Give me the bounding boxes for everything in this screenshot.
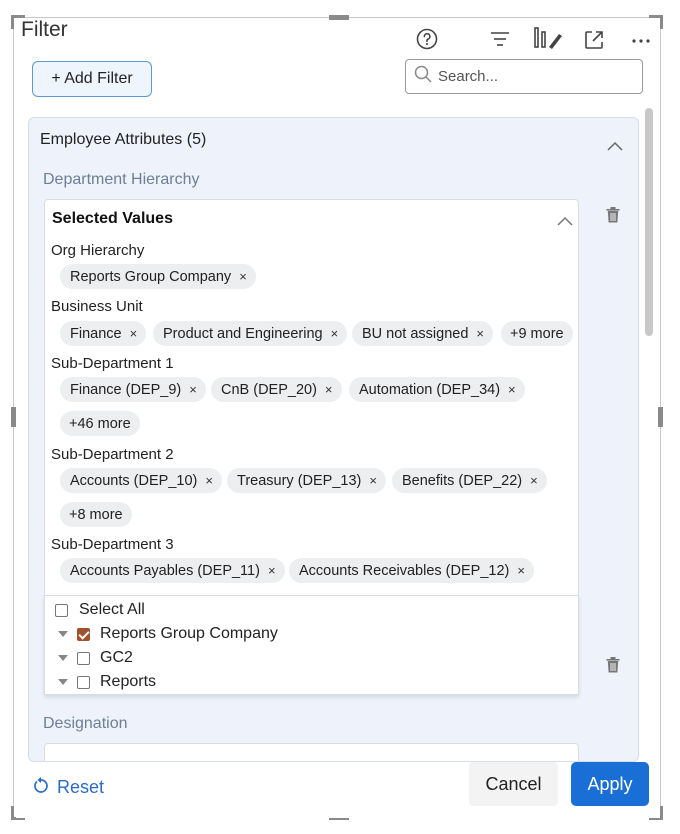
option-checkbox[interactable] — [77, 675, 90, 689]
value-chip[interactable]: Accounts (DEP_10) × — [60, 468, 222, 493]
add-filter-button[interactable]: + Add Filter — [32, 61, 152, 97]
remove-chip-icon[interactable]: × — [268, 563, 276, 578]
category-label: Sub-Department 2 — [51, 446, 174, 463]
value-chip[interactable]: Benefits (DEP_22) × — [392, 468, 547, 493]
help-icon[interactable] — [413, 25, 441, 53]
tree-option[interactable]: Reports — [58, 673, 156, 691]
value-chip[interactable]: Automation (DEP_34) × — [349, 377, 525, 402]
option-checkbox[interactable] — [77, 627, 90, 641]
more-values-chip[interactable]: +9 more — [501, 321, 573, 346]
resize-handle-right[interactable] — [658, 407, 663, 427]
remove-chip-icon[interactable]: × — [130, 326, 138, 341]
section-title[interactable]: Employee Attributes (5) — [40, 131, 206, 149]
designation-label: Designation — [43, 715, 128, 732]
filter-lines-icon[interactable] — [486, 25, 514, 53]
employee-attributes-section: Employee Attributes (5) Department Hiera… — [28, 117, 639, 762]
delete-filter-icon[interactable] — [606, 657, 620, 678]
format-brush-icon[interactable] — [531, 24, 565, 52]
more-values-chip[interactable]: +46 more — [60, 411, 140, 436]
delete-department-filter-icon[interactable] — [606, 207, 620, 228]
remove-chip-icon[interactable]: × — [517, 563, 525, 578]
value-chip[interactable]: Finance (DEP_9) × — [60, 377, 206, 402]
search-box[interactable] — [405, 59, 643, 94]
footer-bar — [16, 762, 660, 818]
search-icon — [414, 65, 432, 88]
apply-button[interactable]: Apply — [571, 762, 649, 806]
value-chip[interactable]: BU not assigned × — [352, 321, 493, 346]
remove-chip-icon[interactable]: × — [369, 473, 377, 488]
value-chip[interactable]: CnB (DEP_20) × — [211, 377, 342, 402]
search-input[interactable] — [438, 68, 628, 85]
reset-icon — [33, 776, 49, 799]
remove-chip-icon[interactable]: × — [508, 382, 516, 397]
selected-values-box: Selected Values Org Hierarchy Reports Gr… — [44, 199, 579, 599]
tree-option[interactable]: GC2 — [58, 649, 133, 667]
value-chip[interactable]: Product and Engineering × — [153, 321, 348, 346]
value-chip[interactable]: Reports Group Company × — [60, 264, 256, 289]
chevron-up-icon[interactable] — [607, 138, 623, 156]
reset-label: Reset — [57, 777, 105, 797]
more-values-chip[interactable]: +8 more — [60, 502, 132, 527]
remove-chip-icon[interactable]: × — [239, 269, 247, 284]
remove-chip-icon[interactable]: × — [476, 326, 484, 341]
resize-handle-left[interactable] — [11, 407, 16, 427]
category-label: Org Hierarchy — [51, 242, 145, 259]
expand-triangle-icon[interactable] — [58, 631, 68, 637]
reset-button[interactable]: Reset — [33, 776, 104, 799]
panel-scrollbar[interactable] — [645, 108, 653, 336]
designation-values-box[interactable] — [44, 743, 579, 761]
select-all-checkbox[interactable] — [55, 603, 68, 617]
category-label: Sub-Department 3 — [51, 536, 174, 553]
remove-chip-icon[interactable]: × — [325, 382, 333, 397]
expand-triangle-icon[interactable] — [58, 679, 68, 685]
category-label: Business Unit — [51, 298, 143, 315]
hierarchy-dropdown: Select All Reports Group Company GC2 Rep… — [44, 595, 579, 695]
remove-chip-icon[interactable]: × — [530, 473, 538, 488]
expand-triangle-icon[interactable] — [58, 655, 68, 661]
category-label: Sub-Department 1 — [51, 355, 174, 372]
resize-handle-top[interactable] — [329, 15, 349, 20]
value-chip[interactable]: Treasury (DEP_13) × — [227, 468, 386, 493]
expand-icon[interactable] — [580, 26, 608, 54]
remove-chip-icon[interactable]: × — [331, 326, 339, 341]
value-chip[interactable]: Accounts Payables (DEP_11) × — [60, 558, 285, 583]
chevron-up-icon[interactable] — [557, 213, 573, 231]
remove-chip-icon[interactable]: × — [205, 473, 213, 488]
selected-values-title: Selected Values — [52, 210, 173, 227]
department-hierarchy-label: Department Hierarchy — [43, 171, 200, 188]
select-all-option[interactable]: Select All — [55, 601, 145, 619]
value-chip[interactable]: Finance × — [60, 321, 147, 346]
tree-option[interactable]: Reports Group Company — [58, 625, 278, 643]
cancel-button[interactable]: Cancel — [469, 762, 558, 806]
value-chip[interactable]: Accounts Receivables (DEP_12) × — [289, 558, 534, 583]
remove-chip-icon[interactable]: × — [189, 382, 197, 397]
panel-title: Filter — [21, 18, 68, 41]
more-icon[interactable] — [627, 26, 655, 54]
option-checkbox[interactable] — [77, 651, 90, 665]
